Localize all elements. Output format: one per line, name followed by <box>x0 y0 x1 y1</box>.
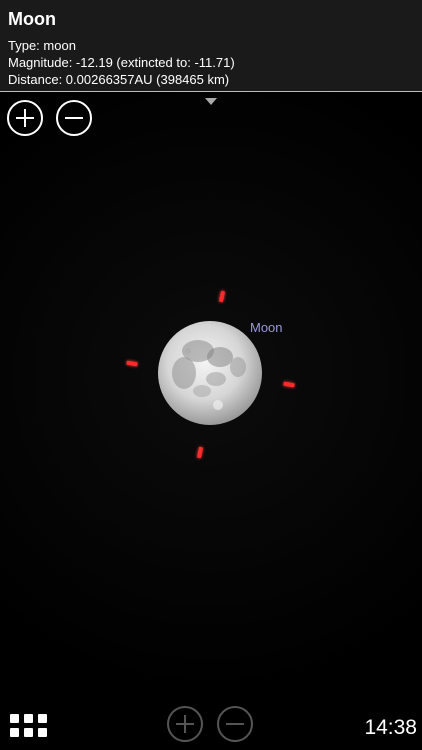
collapse-panel-triangle-icon[interactable] <box>205 98 217 105</box>
zoom-in-button[interactable] <box>7 100 43 136</box>
zoom-out-button[interactable] <box>56 100 92 136</box>
zoom-out-bottom-button[interactable] <box>217 706 253 742</box>
moon-label: Moon <box>250 320 283 335</box>
menu-grid-icon[interactable] <box>10 714 47 737</box>
zoom-in-bottom-button[interactable] <box>167 706 203 742</box>
object-magnitude: Magnitude: -12.19 (extincted to: -11.71) <box>8 55 235 70</box>
moon-object[interactable] <box>158 321 262 425</box>
object-info-panel[interactable]: Moon Type: moon Magnitude: -12.19 (extin… <box>0 0 422 92</box>
object-title: Moon <box>8 9 56 29</box>
minus-icon <box>65 117 83 119</box>
minus-icon <box>226 723 244 725</box>
moon-image <box>158 321 262 425</box>
clock-time[interactable]: 14:38 <box>364 716 417 740</box>
object-distance: Distance: 0.00266357AU (398465 km) <box>8 72 230 87</box>
object-type: Type: moon <box>8 38 76 53</box>
